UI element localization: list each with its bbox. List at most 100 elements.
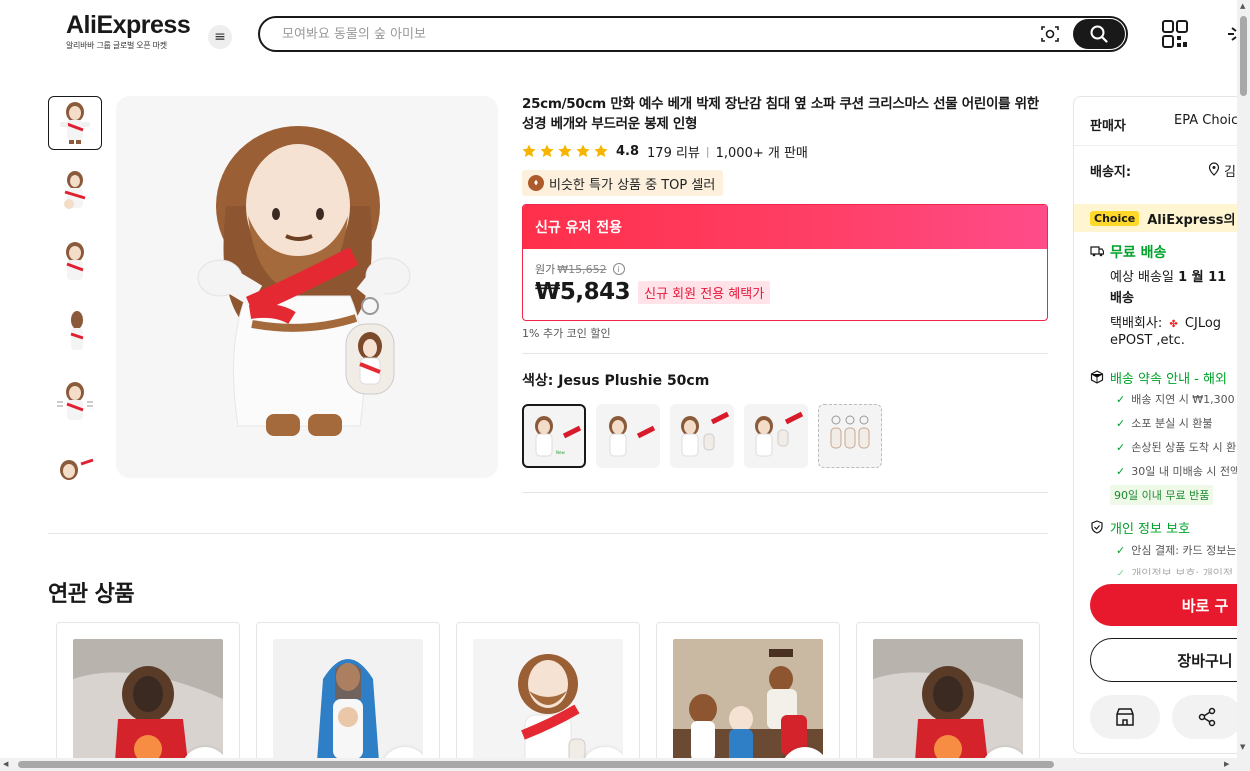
- product-card[interactable]: 1+1: [856, 622, 1040, 771]
- search-button[interactable]: [1073, 19, 1125, 49]
- carrier-label: 택배회사:: [1110, 316, 1163, 331]
- product-info: 25cm/50cm 만화 예수 베개 박제 장난감 침대 옆 소파 쿠션 크리스…: [522, 94, 1048, 493]
- color-option[interactable]: [818, 404, 882, 468]
- section-divider: [48, 533, 1048, 534]
- delivery-promise-title[interactable]: 배송 약속 안내 - 해외: [1110, 368, 1227, 387]
- check-icon: ✓: [1116, 544, 1126, 557]
- shield-check-icon: [1091, 520, 1103, 534]
- thumbnail[interactable]: [48, 306, 102, 360]
- aliexpress-logo[interactable]: AliExpress 알리바바 그룹 글로벌 오픈 마켓: [66, 12, 191, 51]
- swatch-image: [755, 411, 804, 457]
- scroll-up-arrow-icon[interactable]: ▲: [1240, 2, 1245, 10]
- logo-subtitle: 알리바바 그룹 글로벌 오픈 마켓: [66, 41, 167, 50]
- ship-to-value[interactable]: 김: [1224, 161, 1236, 180]
- thumbnail[interactable]: [48, 96, 102, 150]
- jesus-plush-image: [116, 96, 498, 478]
- thumbnail[interactable]: [48, 166, 102, 220]
- original-price-row: 원가 ₩15,652 i: [535, 261, 1035, 277]
- plush-thumbnail-image: [60, 458, 94, 480]
- seller-name[interactable]: EPA Choice: [1174, 113, 1242, 128]
- vertical-scroll-thumb[interactable]: [1240, 16, 1247, 96]
- choice-banner: Choice AliExpress의 약: [1074, 204, 1243, 232]
- privacy-item: ✓ 안심 결제: 카드 정보는: [1116, 542, 1237, 558]
- svg-text:New: New: [556, 450, 565, 455]
- top-seller-icon: ⬧: [528, 175, 544, 191]
- current-price: ₩5,843: [535, 279, 631, 305]
- qr-code-icon[interactable]: [1162, 20, 1188, 48]
- color-option[interactable]: New: [522, 404, 586, 468]
- vertical-scrollbar[interactable]: ▲ ▼: [1237, 0, 1250, 771]
- star-icon: [540, 144, 554, 157]
- promise-item-text: 배송 지연 시 ₩1,300 쿠: [1131, 393, 1243, 406]
- product-card-image: 1+1: [473, 639, 623, 771]
- buy-now-button[interactable]: 바로 구: [1090, 584, 1242, 626]
- product-title: 25cm/50cm 만화 예수 베개 박제 장난감 침대 옆 소파 쿠션 크리스…: [522, 96, 1039, 132]
- star-icon: [522, 144, 536, 157]
- product-card[interactable]: 1+1: [56, 622, 240, 771]
- delivery-date: 1 월 11: [1178, 270, 1227, 285]
- price-box: 신규 유저 전용 원가 ₩15,652 i ₩5,843 신규 회원 전용 혜택…: [522, 204, 1048, 321]
- carrier-name: CJLog: [1184, 316, 1222, 331]
- review-count[interactable]: 179 리뷰: [647, 142, 700, 161]
- product-card[interactable]: 1+1: [256, 622, 440, 771]
- delivery-estimate: 예상 배송일 1 월 11: [1110, 266, 1226, 285]
- privacy-title[interactable]: 개인 정보 보호: [1110, 518, 1190, 537]
- color-label: 색상: Jesus Plushie 50cm: [522, 373, 710, 389]
- seller-label: 판매자: [1090, 119, 1126, 134]
- product-card-image: 1+1: [873, 639, 1023, 771]
- check-icon: ✓: [1116, 417, 1126, 430]
- promise-item: ✓ 30일 내 미배송 시 전액: [1116, 463, 1240, 479]
- menu-icon[interactable]: ≡: [208, 25, 232, 49]
- star-icon: [558, 144, 572, 157]
- scroll-left-arrow-icon[interactable]: ◀: [3, 760, 8, 768]
- image-search-icon[interactable]: [1040, 24, 1060, 44]
- coin-discount: 1% 추가 코인 할인: [522, 327, 611, 340]
- swatch-image: [830, 415, 870, 449]
- related-products-title: 연관 상품: [48, 582, 135, 607]
- thumbnail-list: [48, 96, 102, 480]
- thumbnail[interactable]: [48, 446, 102, 480]
- search-input[interactable]: [282, 24, 1022, 44]
- star-icon: [576, 144, 590, 157]
- info-icon[interactable]: i: [612, 263, 625, 275]
- color-option[interactable]: [744, 404, 808, 468]
- location-pin-icon: [1208, 162, 1220, 176]
- thumbnail[interactable]: [48, 236, 102, 290]
- choice-tag: Choice: [1090, 210, 1140, 226]
- plush-thumbnail-image: [66, 242, 84, 280]
- promise-item-text: 소포 분실 시 환불: [1131, 417, 1213, 430]
- color-option[interactable]: [596, 404, 660, 468]
- store-button[interactable]: [1090, 695, 1160, 739]
- separator: |: [705, 144, 710, 158]
- share-button[interactable]: [1172, 695, 1242, 739]
- swatch-image: [681, 411, 730, 457]
- top-seller-badge[interactable]: ⬧ 비슷한 특가 상품 중 TOP 셀러: [522, 170, 724, 196]
- color-option[interactable]: [670, 404, 734, 468]
- promise-item-text: 손상된 상품 도착 시 환: [1131, 441, 1237, 454]
- scroll-down-arrow-icon[interactable]: ▼: [1240, 743, 1245, 751]
- store-icon: [1116, 708, 1134, 726]
- benefit-badge: 신규 회원 전용 혜택가: [638, 280, 771, 304]
- carrier-logo-icon: ✤: [1169, 319, 1178, 330]
- choice-text: AliExpress의 약: [1147, 212, 1243, 228]
- delivery-suffix: 배송: [1110, 291, 1134, 306]
- scroll-right-arrow-icon[interactable]: ▶: [1224, 760, 1229, 768]
- rating-stars[interactable]: [522, 144, 608, 158]
- product-card[interactable]: 1+1: [456, 622, 640, 771]
- delivery-prefix: 예상 배송일: [1110, 270, 1174, 285]
- product-card[interactable]: 1+1: [656, 622, 840, 771]
- horizontal-scrollbar[interactable]: ◀ ▶: [0, 758, 1237, 771]
- promise-item: ✓ 소포 분실 시 환불: [1116, 415, 1213, 431]
- check-icon: ✓: [1116, 393, 1126, 406]
- swatch-image: New: [535, 416, 582, 457]
- promise-item: ✓ 손상된 상품 도착 시 환: [1116, 439, 1236, 455]
- thumbnail[interactable]: [48, 376, 102, 430]
- check-icon: ✓: [1116, 465, 1126, 478]
- main-product-image[interactable]: [116, 96, 498, 478]
- add-to-cart-button[interactable]: 장바구니: [1090, 638, 1242, 682]
- horizontal-scroll-thumb[interactable]: [18, 761, 1054, 768]
- star-icon: [594, 144, 608, 157]
- promise-item-text: 30일 내 미배송 시 전액: [1131, 465, 1241, 478]
- ship-to-label: 배송지:: [1090, 165, 1132, 180]
- divider: [1074, 145, 1242, 146]
